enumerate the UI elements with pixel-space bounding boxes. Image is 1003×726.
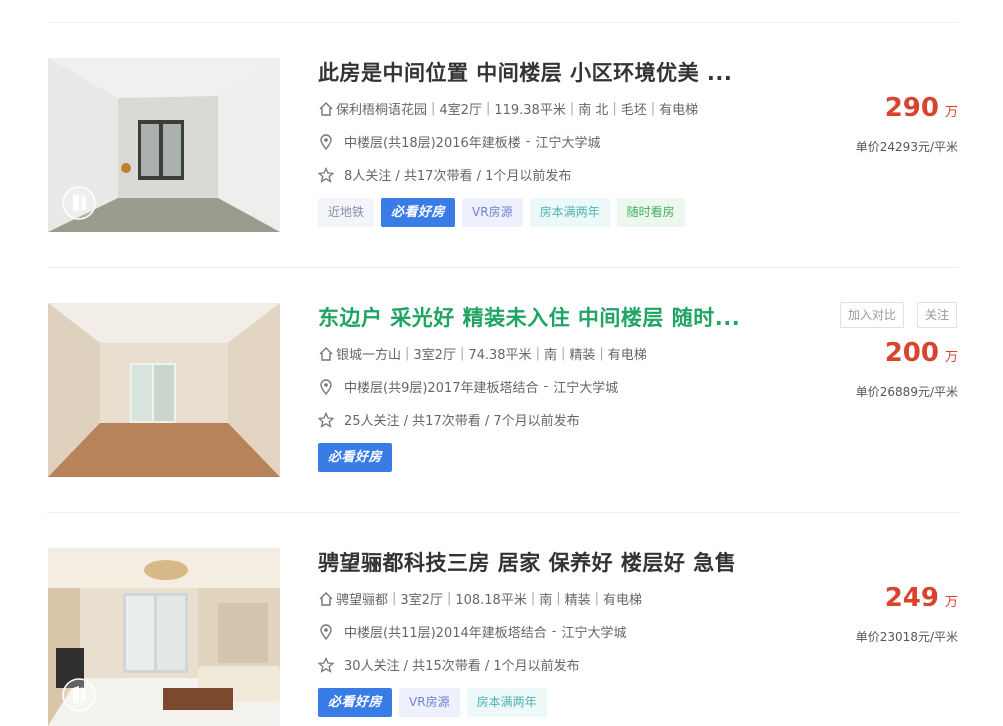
tag-list: 必看好房 bbox=[318, 443, 393, 472]
price-value: 200 bbox=[884, 338, 939, 368]
listing-photo[interactable] bbox=[48, 303, 280, 477]
house-icon bbox=[318, 591, 334, 607]
layout: 3室2厅 bbox=[400, 593, 443, 608]
community-link[interactable]: 骋望骊都 bbox=[336, 589, 388, 608]
elevator: 有电梯 bbox=[607, 348, 647, 363]
unit-price: 单价26889元/平米 bbox=[855, 385, 958, 399]
size: 108.18平米 bbox=[455, 593, 527, 608]
compare-button[interactable]: 加入对比 bbox=[840, 302, 905, 328]
size: 74.38平米 bbox=[468, 348, 532, 363]
price-value: 290 bbox=[884, 93, 939, 123]
decoration: 毛坯 bbox=[620, 103, 647, 118]
floor-info: 中楼层(共11层)2014年建板塔结合 bbox=[344, 626, 547, 641]
location-pin-icon bbox=[318, 133, 334, 150]
follow-text: 25人关注 / 共17次带看 / 7个月以前发布 bbox=[344, 414, 580, 429]
tag-two-years: 房本满两年 bbox=[529, 198, 610, 227]
vr-badge-icon bbox=[62, 186, 96, 220]
area-link[interactable]: 江宁大学城 bbox=[561, 622, 626, 641]
tag-subway: 近地铁 bbox=[318, 198, 375, 227]
orientation: 南 bbox=[543, 348, 557, 363]
position-info: 中楼层(共18层)2016年建板楼 - 江宁大学城 bbox=[318, 132, 601, 151]
area-link[interactable]: 江宁大学城 bbox=[553, 377, 618, 396]
follow-text: 8人关注 / 共17次带看 / 1个月以前发布 bbox=[344, 169, 572, 184]
total-price: 200 万 bbox=[885, 338, 958, 368]
size: 119.38平米 bbox=[494, 103, 566, 118]
house-info: 骋望骊都 | 3室2厅 | 108.18平米 | 南 | 精装 | 有电梯 bbox=[318, 589, 642, 608]
total-price: 290 万 bbox=[885, 93, 958, 123]
follow-info: 8人关注 / 共17次带看 / 1个月以前发布 bbox=[318, 165, 571, 184]
tag-anytime-viewing: 随时看房 bbox=[616, 198, 685, 227]
house-icon bbox=[318, 346, 334, 362]
house-info: 银城一方山 | 3室2厅 | 74.38平米 | 南 | 精装 | 有电梯 bbox=[318, 344, 647, 363]
star-icon bbox=[318, 166, 334, 183]
follow-info: 30人关注 / 共15次带看 / 1个月以前发布 bbox=[318, 655, 580, 674]
location-pin-icon bbox=[318, 378, 334, 395]
orientation: 南 bbox=[539, 593, 553, 608]
house-icon bbox=[318, 101, 334, 117]
elevator: 有电梯 bbox=[603, 593, 643, 608]
elevator: 有电梯 bbox=[659, 103, 699, 118]
position-info: 中楼层(共9层)2017年建板塔结合 - 江宁大学城 bbox=[318, 377, 618, 396]
layout: 3室2厅 bbox=[413, 348, 456, 363]
price-unit: 万 bbox=[944, 105, 958, 120]
floor-info: 中楼层(共9层)2017年建板塔结合 bbox=[344, 381, 539, 396]
tag-must-see[interactable]: 必看好房 bbox=[318, 688, 393, 717]
decoration: 精装 bbox=[564, 593, 591, 608]
position-info: 中楼层(共11层)2014年建板塔结合 - 江宁大学城 bbox=[318, 622, 627, 641]
floor-info: 中楼层(共18层)2016年建板楼 bbox=[344, 136, 521, 151]
listing-card: 东边户 采光好 精装未入住 中间楼层 随时... 加入对比 关注 银城一方山 |… bbox=[0, 245, 1003, 477]
unit-price: 单价24293元/平米 bbox=[855, 140, 958, 154]
community-link[interactable]: 保利梧桐语花园 bbox=[336, 99, 427, 118]
layout: 4室2厅 bbox=[439, 103, 482, 118]
orientation: 南 北 bbox=[578, 103, 609, 118]
listing-card: 此房是中间位置 中间楼层 小区环境优美 ... 保利梧桐语花园 | 4室2厅 | 1… bbox=[0, 0, 1003, 232]
price-unit: 万 bbox=[944, 595, 958, 610]
decoration: 精装 bbox=[569, 348, 596, 363]
listing-title[interactable]: 骋望骊都科技三房 居家 保养好 楼层好 急售 bbox=[318, 547, 736, 577]
listing-card: 骋望骊都科技三房 居家 保养好 楼层好 急售 骋望骊都 | 3室2厅 | 108.1… bbox=[0, 490, 1003, 726]
community-link[interactable]: 银城一方山 bbox=[336, 344, 401, 363]
price-value: 249 bbox=[884, 583, 939, 613]
star-icon bbox=[318, 411, 334, 428]
tag-must-see[interactable]: 必看好房 bbox=[318, 443, 393, 472]
listing-photo[interactable] bbox=[48, 58, 280, 232]
total-price: 249 万 bbox=[885, 583, 958, 613]
listing-title[interactable]: 东边户 采光好 精装未入住 中间楼层 随时... bbox=[318, 302, 740, 332]
follow-info: 25人关注 / 共17次带看 / 7个月以前发布 bbox=[318, 410, 580, 429]
location-pin-icon bbox=[318, 623, 334, 640]
star-icon bbox=[318, 656, 334, 673]
favorite-button[interactable]: 关注 bbox=[917, 302, 958, 328]
tag-list: 近地铁 必看好房 VR房源 房本满两年 随时看房 bbox=[318, 198, 685, 227]
tag-two-years: 房本满两年 bbox=[466, 688, 547, 717]
house-info: 保利梧桐语花园 | 4室2厅 | 119.38平米 | 南 北 | 毛坯 | 有电梯 bbox=[318, 99, 698, 118]
tag-vr: VR房源 bbox=[462, 198, 523, 227]
listing-photo[interactable] bbox=[48, 548, 280, 726]
tag-must-see[interactable]: 必看好房 bbox=[381, 198, 456, 227]
unit-price: 单价23018元/平米 bbox=[855, 630, 958, 644]
listing-title[interactable]: 此房是中间位置 中间楼层 小区环境优美 ... bbox=[318, 57, 732, 87]
vr-badge-icon bbox=[62, 678, 96, 712]
area-link[interactable]: 江宁大学城 bbox=[535, 132, 600, 151]
follow-text: 30人关注 / 共15次带看 / 1个月以前发布 bbox=[344, 659, 580, 674]
price-unit: 万 bbox=[944, 350, 958, 365]
tag-vr: VR房源 bbox=[399, 688, 460, 717]
tag-list: 必看好房 VR房源 房本满两年 bbox=[318, 688, 547, 717]
